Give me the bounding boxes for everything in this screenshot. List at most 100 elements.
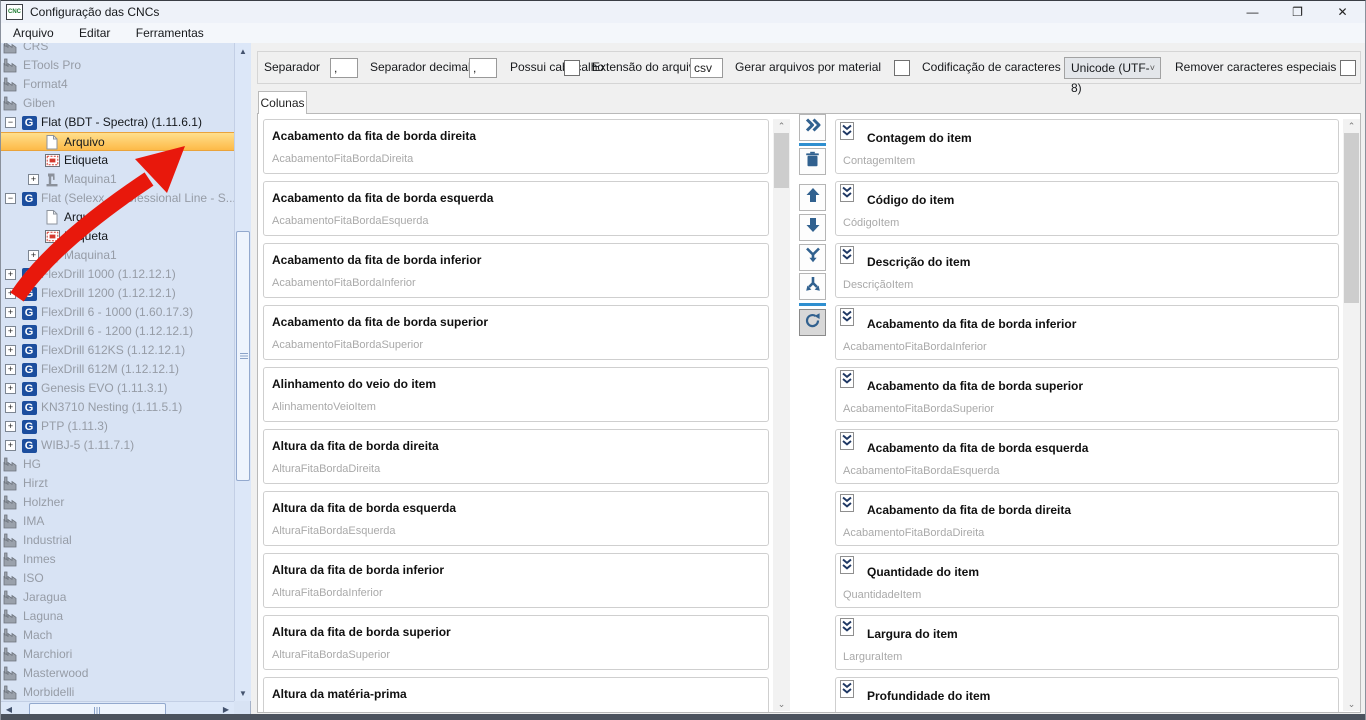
encoding-dropdown[interactable]: Unicode (UTF-8) ˅ [1064, 57, 1161, 79]
remove-special-checkbox[interactable] [1340, 60, 1356, 76]
tree-item-industrial[interactable]: Industrial [1, 531, 234, 550]
expand-plus-icon[interactable]: + [5, 307, 16, 318]
selected-column-acabamento-da-fita-de-borda-inferior[interactable]: Acabamento da fita de borda inferiorAcab… [835, 305, 1339, 360]
available-column-altura-da-mat-ria-prima[interactable]: Altura da matéria-prima [263, 677, 769, 713]
collapse-minus-icon[interactable]: − [5, 193, 16, 204]
tree-item-ima[interactable]: IMA [1, 512, 234, 531]
menu-ferramentas[interactable]: Ferramentas [136, 23, 204, 43]
tree-item-kn3710-nesting-1-11-5-1[interactable]: +GKN3710 Nesting (1.11.5.1) [1, 398, 234, 417]
tree-item-etiqueta[interactable]: Etiqueta [1, 227, 234, 246]
minimize-button[interactable]: — [1230, 1, 1275, 23]
tree-item-flexdrill-1000-1-12-12-1[interactable]: +GFlexDrill 1000 (1.12.12.1) [1, 265, 234, 284]
tree-item-flexdrill-6-1000-1-60-17-3[interactable]: +GFlexDrill 6 - 1000 (1.60.17.3) [1, 303, 234, 322]
selected-scroll-thumb[interactable] [1344, 133, 1359, 303]
available-column-acabamento-da-fita-de-borda-superior[interactable]: Acabamento da fita de borda superiorAcab… [263, 305, 769, 360]
refresh-button[interactable] [799, 309, 826, 336]
tree-item-etiqueta[interactable]: Etiqueta [1, 151, 234, 170]
tree-item-inmes[interactable]: Inmes [1, 550, 234, 569]
expand-plus-icon[interactable]: + [5, 288, 16, 299]
tree-item-hg[interactable]: HG [1, 455, 234, 474]
tree-item-morbidelli[interactable]: Morbidelli [1, 683, 234, 701]
files-per-material-checkbox[interactable] [894, 60, 910, 76]
close-button[interactable]: ✕ [1320, 1, 1365, 23]
sidebar-vscroll-thumb[interactable] [236, 231, 250, 481]
scroll-up-arrow-icon[interactable]: ▲ [235, 43, 251, 59]
tree-item-mach[interactable]: Mach [1, 626, 234, 645]
available-column-altura-da-fita-de-borda-esquerda[interactable]: Altura da fita de borda esquerdaAlturaFi… [263, 491, 769, 546]
tree-item-hirzt[interactable]: Hirzt [1, 474, 234, 493]
tree-item-crs[interactable]: CRS [1, 43, 234, 56]
split-button[interactable] [799, 273, 826, 300]
available-list-scrollbar[interactable]: ⌃ ⌄ [773, 119, 790, 711]
available-column-alinhamento-do-veio-do-item[interactable]: Alinhamento do veio do itemAlinhamentoVe… [263, 367, 769, 422]
available-column-altura-da-fita-de-borda-inferior[interactable]: Altura da fita de borda inferiorAlturaFi… [263, 553, 769, 608]
tree-item-flexdrill-6-1200-1-12-12-1[interactable]: +GFlexDrill 6 - 1200 (1.12.12.1) [1, 322, 234, 341]
available-scroll-thumb[interactable] [774, 133, 789, 188]
tree-item-flexdrill-612ks-1-12-12-1[interactable]: +GFlexDrill 612KS (1.12.12.1) [1, 341, 234, 360]
decimal-separator-input[interactable] [469, 58, 497, 78]
expand-plus-icon[interactable]: + [5, 326, 16, 337]
move-down-button[interactable] [799, 214, 826, 241]
scroll-up-chevron-icon[interactable]: ⌃ [773, 119, 790, 133]
tree-item-jaragua[interactable]: Jaragua [1, 588, 234, 607]
tree-item-holzher[interactable]: Holzher [1, 493, 234, 512]
menu-arquivo[interactable]: Arquivo [13, 23, 54, 43]
delete-button[interactable] [799, 148, 826, 175]
tree-item-genesis-evo-1-11-3-1[interactable]: +GGenesis EVO (1.11.3.1) [1, 379, 234, 398]
available-column-acabamento-da-fita-de-borda-inferior[interactable]: Acabamento da fita de borda inferiorAcab… [263, 243, 769, 298]
expand-plus-icon[interactable]: + [28, 250, 39, 261]
selected-column-largura-do-item[interactable]: Largura do itemLarguraItem [835, 615, 1339, 670]
expand-plus-icon[interactable]: + [5, 269, 16, 280]
selected-column-profundidade-do-item[interactable]: Profundidade do item [835, 677, 1339, 713]
tree-item-arquivo[interactable]: Arquivo [1, 208, 234, 227]
selected-column-acabamento-da-fita-de-borda-direita[interactable]: Acabamento da fita de borda direitaAcaba… [835, 491, 1339, 546]
selected-list-scrollbar[interactable]: ⌃ ⌄ [1343, 119, 1360, 711]
tree-item-etools-pro[interactable]: ETools Pro [1, 56, 234, 75]
available-column-altura-da-fita-de-borda-superior[interactable]: Altura da fita de borda superiorAlturaFi… [263, 615, 769, 670]
add-all-button[interactable] [799, 114, 826, 141]
expand-plus-icon[interactable]: + [28, 174, 39, 185]
merge-button[interactable] [799, 244, 826, 271]
selected-column-contagem-do-item[interactable]: Contagem do itemContagemItem [835, 119, 1339, 174]
tree-item-flat-selexx-professional-line-s[interactable]: −GFlat (Selexx - Professional Line - S..… [1, 189, 234, 208]
scroll-down-arrow-icon[interactable]: ▼ [235, 685, 251, 701]
tree-item-flat-bdt-spectra-1-11-6-1[interactable]: −GFlat (BDT - Spectra) (1.11.6.1) [1, 113, 234, 132]
sidebar-vertical-scrollbar[interactable]: ▲ ▼ [234, 43, 251, 701]
file-extension-input[interactable] [690, 58, 723, 78]
tree-item-format4[interactable]: Format4 [1, 75, 234, 94]
selected-column-quantidade-do-item[interactable]: Quantidade do itemQuantidadeItem [835, 553, 1339, 608]
tree-item-ptp-1-11-3[interactable]: +GPTP (1.11.3) [1, 417, 234, 436]
expand-plus-icon[interactable]: + [5, 383, 16, 394]
tree-item-flexdrill-1200-1-12-12-1[interactable]: +GFlexDrill 1200 (1.12.12.1) [1, 284, 234, 303]
tree-item-maquina1[interactable]: +Maquina1 [1, 246, 234, 265]
separator-input[interactable] [330, 58, 358, 78]
expand-plus-icon[interactable]: + [5, 345, 16, 356]
tree-item-masterwood[interactable]: Masterwood [1, 664, 234, 683]
has-header-checkbox[interactable] [564, 60, 580, 76]
selected-column-c-digo-do-item[interactable]: Código do itemCódigoItem [835, 181, 1339, 236]
collapse-minus-icon[interactable]: − [5, 117, 16, 128]
tree-item-laguna[interactable]: Laguna [1, 607, 234, 626]
scroll-down-chevron-icon[interactable]: ⌄ [1343, 697, 1360, 711]
expand-plus-icon[interactable]: + [5, 440, 16, 451]
expand-plus-icon[interactable]: + [5, 364, 16, 375]
tree-item-giben[interactable]: Giben [1, 94, 234, 113]
expand-plus-icon[interactable]: + [5, 421, 16, 432]
restore-button[interactable]: ❐ [1275, 1, 1320, 23]
scroll-up-chevron-icon[interactable]: ⌃ [1343, 119, 1360, 133]
tree-item-flexdrill-612m-1-12-12-1[interactable]: +GFlexDrill 612M (1.12.12.1) [1, 360, 234, 379]
tree-item-maquina1[interactable]: +Maquina1 [1, 170, 234, 189]
scroll-down-chevron-icon[interactable]: ⌄ [773, 697, 790, 711]
selected-column-descri-o-do-item[interactable]: Descrição do itemDescriçãoItem [835, 243, 1339, 298]
expand-plus-icon[interactable]: + [5, 402, 16, 413]
tree-item-iso[interactable]: ISO [1, 569, 234, 588]
available-column-acabamento-da-fita-de-borda-direita[interactable]: Acabamento da fita de borda direitaAcaba… [263, 119, 769, 174]
selected-column-acabamento-da-fita-de-borda-superior[interactable]: Acabamento da fita de borda superiorAcab… [835, 367, 1339, 422]
available-column-acabamento-da-fita-de-borda-esquerda[interactable]: Acabamento da fita de borda esquerdaAcab… [263, 181, 769, 236]
move-up-button[interactable] [799, 184, 826, 211]
tree-item-arquivo[interactable]: Arquivo [1, 132, 234, 151]
available-column-altura-da-fita-de-borda-direita[interactable]: Altura da fita de borda direitaAlturaFit… [263, 429, 769, 484]
tab-colunas[interactable]: Colunas [258, 91, 307, 114]
menu-editar[interactable]: Editar [79, 23, 110, 43]
tree-item-wibj-5-1-11-7-1[interactable]: +GWIBJ-5 (1.11.7.1) [1, 436, 234, 455]
